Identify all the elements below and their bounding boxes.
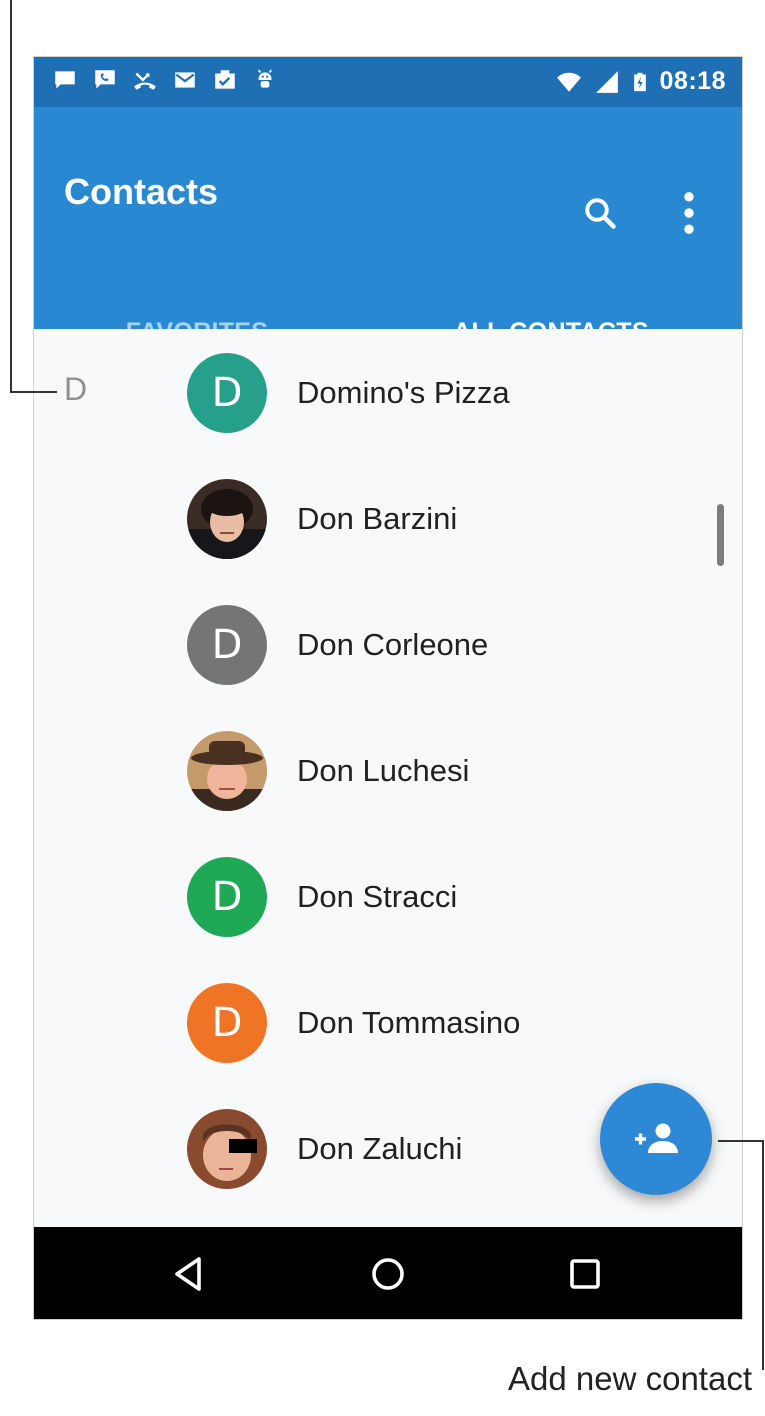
recents-icon[interactable] (560, 1249, 610, 1299)
contact-name: Don Luchesi (297, 753, 470, 788)
contact-row-don-barzini[interactable]: Don Barzini (34, 455, 742, 581)
avatar: D (187, 983, 267, 1063)
avatar: D (187, 857, 267, 937)
avatar-letter: D (211, 622, 243, 668)
back-icon[interactable] (165, 1249, 215, 1299)
scrollbar[interactable] (717, 504, 724, 566)
contact-name: Don Stracci (297, 879, 458, 914)
wifi-icon (556, 72, 581, 92)
contact-photo (187, 731, 267, 811)
voicemail-notification-icon (95, 70, 115, 89)
contact-row-don-tommasino[interactable]: D Don Tommasino (34, 959, 742, 1085)
status-bar: 08:18 (34, 57, 742, 107)
section-letter-callout-line (10, 0, 12, 393)
more-vert-icon[interactable] (674, 191, 704, 235)
avatar: D (187, 353, 267, 433)
page-title: Contacts (64, 171, 219, 212)
avatar (187, 731, 267, 811)
contact-name: Don Barzini (297, 501, 458, 536)
notification-icons (52, 67, 278, 93)
clock: 08:18 (659, 67, 726, 95)
avatar-letter: D (211, 874, 243, 920)
contact-row-dominos-pizza[interactable]: D Domino's Pizza (34, 329, 742, 455)
contact-name: Don Tommasino (297, 1005, 521, 1040)
contact-row-don-corleone[interactable]: D Don Corleone (34, 581, 742, 707)
chat-notification-icon (55, 71, 75, 89)
task-notification-icon (215, 70, 235, 89)
fab-callout-line (718, 1140, 764, 1142)
add-person-icon (635, 1123, 678, 1153)
contact-name: Domino's Pizza (297, 375, 510, 410)
avatar (187, 1109, 267, 1189)
contact-name: Don Zaluchi (297, 1131, 463, 1166)
home-icon[interactable] (363, 1249, 413, 1299)
search-icon[interactable] (582, 195, 618, 231)
contact-row-don-luchesi[interactable]: Don Luchesi (34, 707, 742, 833)
cell-signal-icon (595, 70, 618, 93)
system-status-icons: 08:18 (554, 67, 726, 96)
app-bar: Contacts FAVORITES ALL CONTACTS (34, 107, 742, 378)
battery-charging-icon (633, 72, 646, 91)
section-letter-callout-line (10, 391, 57, 393)
avatar: D (187, 605, 267, 685)
contact-row-don-stracci[interactable]: D Don Stracci (34, 833, 742, 959)
phone-screen: 08:18 Contacts FAVORITES ALL CONTACTS D … (34, 57, 742, 1319)
missed-call-icon (134, 72, 156, 90)
avatar-letter: D (211, 370, 243, 416)
add-contact-button[interactable] (600, 1083, 712, 1195)
android-icon (257, 69, 273, 88)
contact-photo (187, 479, 267, 559)
avatar (187, 479, 267, 559)
avatar-letter: D (211, 1000, 243, 1046)
mail-notification-icon (175, 72, 195, 88)
contact-photo (187, 1109, 267, 1189)
navigation-bar (34, 1227, 742, 1319)
add-contact-callout-label: Add new contact (508, 1360, 752, 1397)
fab-callout-line (762, 1140, 764, 1370)
contact-name: Don Corleone (297, 627, 489, 662)
